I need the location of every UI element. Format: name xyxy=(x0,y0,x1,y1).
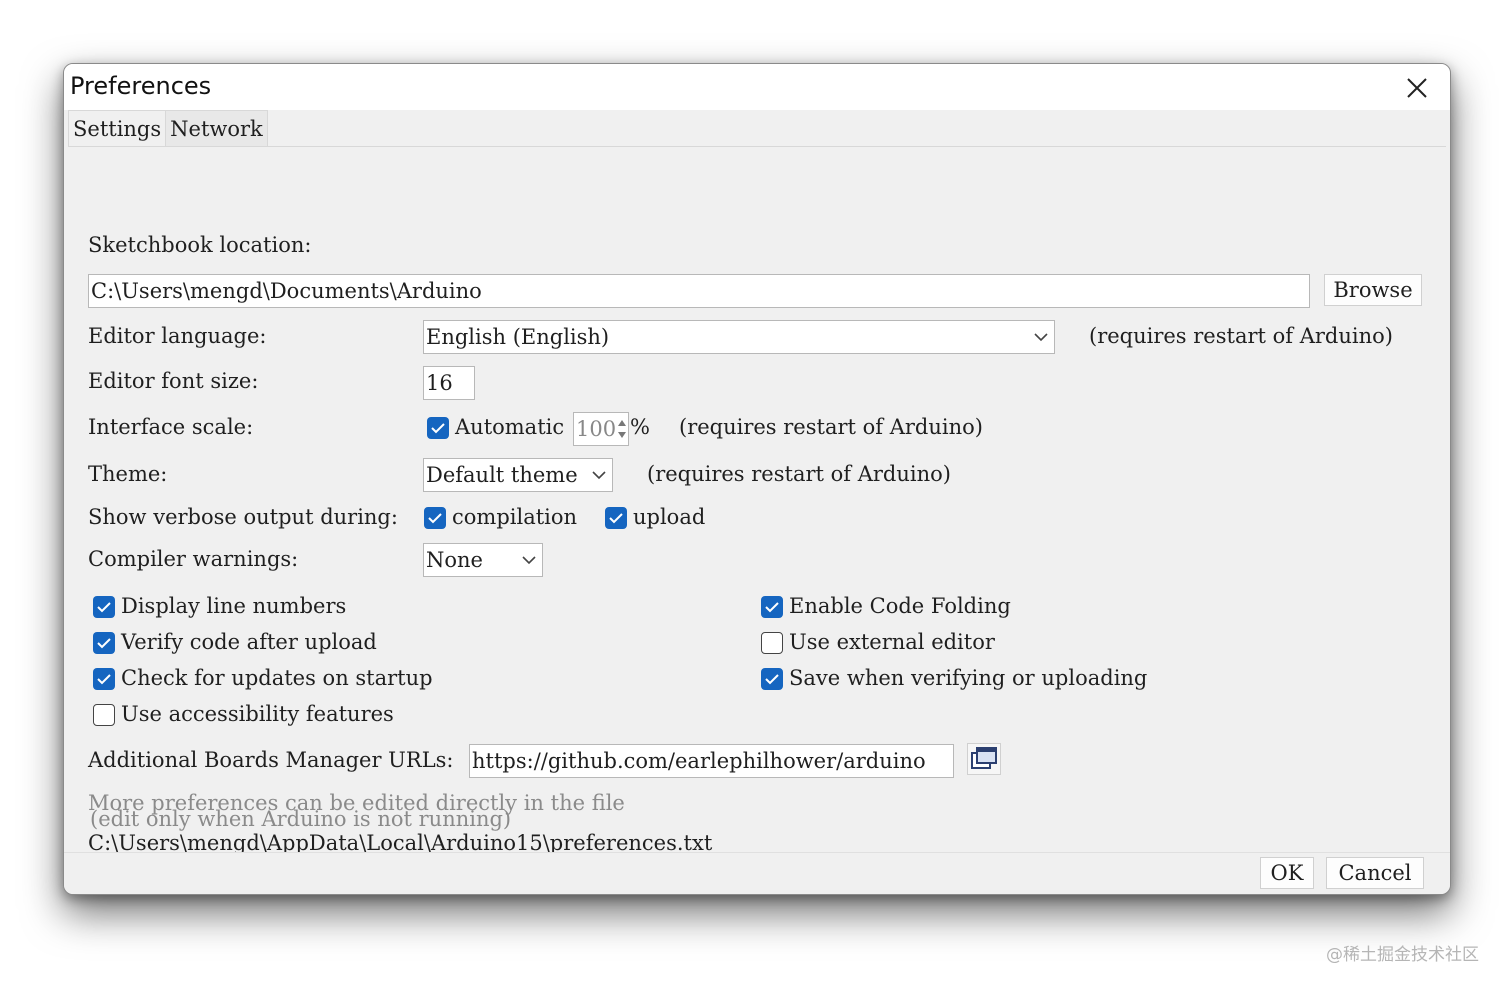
checkmark-icon xyxy=(609,513,623,524)
close-icon xyxy=(1407,78,1427,98)
editor-language-value: English (English) xyxy=(426,325,610,349)
compiler-warnings-label: Compiler warnings: xyxy=(88,547,299,571)
verbose-label: Show verbose output during: xyxy=(88,505,398,529)
checkmark-icon xyxy=(431,423,445,434)
checkmark-icon xyxy=(97,674,111,685)
compiler-warnings-value: None xyxy=(426,548,483,572)
interface-scale-note: (requires restart of Arduino) xyxy=(679,415,983,439)
edit-urls-button[interactable] xyxy=(967,743,1001,775)
display-line-numbers-checkbox[interactable] xyxy=(93,596,115,618)
theme-select[interactable]: Default theme xyxy=(423,458,613,492)
code-folding-checkbox[interactable] xyxy=(761,596,783,618)
checkmark-icon xyxy=(765,602,779,613)
spinner-arrows-icon[interactable] xyxy=(617,415,627,443)
verbose-upload-checkbox[interactable] xyxy=(605,507,627,529)
sketchbook-path-input[interactable]: C:\Users\mengd\Documents\Arduino xyxy=(88,274,1310,308)
preferences-dialog: Preferences Settings Network Sketchbook … xyxy=(63,63,1451,895)
scale-spinner[interactable]: 100 xyxy=(573,412,629,446)
checkmark-icon xyxy=(97,602,111,613)
external-editor-checkbox[interactable] xyxy=(761,632,783,654)
ok-button[interactable]: OK xyxy=(1260,857,1314,889)
check-updates-checkbox[interactable] xyxy=(93,668,115,690)
save-when-verifying-label: Save when verifying or uploading xyxy=(789,666,1148,690)
editor-language-label: Editor language: xyxy=(88,324,267,348)
edit-only-note: (edit only when Arduino is not running) xyxy=(90,807,512,831)
chevron-down-icon xyxy=(522,556,536,565)
save-when-verifying-checkbox[interactable] xyxy=(761,668,783,690)
external-editor-label: Use external editor xyxy=(789,630,995,654)
cancel-button[interactable]: Cancel xyxy=(1326,857,1424,889)
watermark: @稀土掘金技术社区 xyxy=(1326,945,1479,965)
checkmark-icon xyxy=(765,674,779,685)
settings-panel: Sketchbook location: C:\Users\mengd\Docu… xyxy=(68,146,1446,855)
verbose-upload-label: upload xyxy=(633,505,706,529)
theme-label: Theme: xyxy=(88,462,168,486)
compiler-warnings-select[interactable]: None xyxy=(423,543,543,577)
boards-urls-input[interactable]: https://github.com/earlephilhower/arduin… xyxy=(469,744,954,778)
verify-after-upload-checkbox[interactable] xyxy=(93,632,115,654)
automatic-label: Automatic xyxy=(455,415,565,439)
sketchbook-label: Sketchbook location: xyxy=(88,233,312,257)
verify-after-upload-label: Verify code after upload xyxy=(121,630,377,654)
browse-button[interactable]: Browse xyxy=(1324,274,1422,306)
accessibility-label: Use accessibility features xyxy=(121,702,394,726)
tab-network[interactable]: Network xyxy=(166,110,268,147)
font-size-label: Editor font size: xyxy=(88,369,259,393)
title-bar: Preferences xyxy=(64,64,1450,110)
theme-note: (requires restart of Arduino) xyxy=(647,462,951,486)
check-updates-label: Check for updates on startup xyxy=(121,666,433,690)
checkmark-icon xyxy=(97,638,111,649)
checkmark-icon xyxy=(428,513,442,524)
code-folding-label: Enable Code Folding xyxy=(789,594,1011,618)
interface-scale-label: Interface scale: xyxy=(88,415,254,439)
close-button[interactable] xyxy=(1394,68,1440,108)
scale-value: 100 xyxy=(576,417,617,441)
automatic-checkbox[interactable] xyxy=(427,417,449,439)
font-size-input[interactable]: 16 xyxy=(423,366,475,400)
tab-bar: Settings Network xyxy=(68,110,268,147)
chevron-down-icon xyxy=(592,471,606,480)
verbose-compilation-label: compilation xyxy=(452,505,578,529)
window-title: Preferences xyxy=(70,72,212,100)
chevron-down-icon xyxy=(1034,333,1048,342)
window-list-icon xyxy=(971,747,997,769)
editor-language-select[interactable]: English (English) xyxy=(423,320,1055,354)
tab-settings[interactable]: Settings xyxy=(68,110,167,147)
verbose-compilation-checkbox[interactable] xyxy=(424,507,446,529)
dialog-footer: OK Cancel xyxy=(64,852,1450,894)
editor-language-note: (requires restart of Arduino) xyxy=(1089,324,1393,348)
accessibility-checkbox[interactable] xyxy=(93,704,115,726)
boards-urls-label: Additional Boards Manager URLs: xyxy=(88,748,454,772)
scale-unit: % xyxy=(630,415,650,439)
display-line-numbers-label: Display line numbers xyxy=(121,594,347,618)
theme-value: Default theme xyxy=(426,463,578,487)
